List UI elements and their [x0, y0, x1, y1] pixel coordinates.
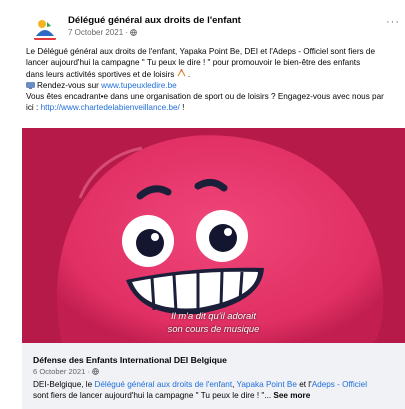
tupeuxledire-link[interactable]: www.tupeuxledire.be: [101, 81, 177, 90]
post-text-line: dans leurs activités sportives et de loi…: [26, 68, 404, 80]
video-subtitle-line: son cours de musique: [167, 323, 260, 334]
globe-icon: [92, 368, 99, 375]
post-text-line: Vous êtes encadrant•e dans une organisat…: [26, 92, 384, 102]
meta-separator: ·: [123, 28, 131, 37]
shared-text-line: DEI-Belgique, le Délégué général aux dro…: [33, 379, 403, 390]
more-options-button[interactable]: ···: [386, 16, 400, 28]
page-name-link[interactable]: Délégué général aux droits de l'enfant: [68, 15, 241, 26]
post-text-segment: ici :: [26, 103, 41, 113]
video-subtitle-line: Il m'a dit qu'il adorait: [171, 310, 256, 321]
shared-page-name-link[interactable]: Défense des Enfants International DEI Be…: [33, 355, 227, 365]
charte-link[interactable]: http://www.chartedelabienveillance.be/: [41, 103, 180, 112]
shared-text-segment: et l': [296, 380, 312, 389]
post-meta: 7 October 2021 ·: [68, 28, 138, 37]
shared-text-segment: DEI-Belgique, le: [33, 380, 95, 389]
post-text-segment: .: [185, 69, 191, 79]
post-text-line: lancer aujourd'hui la campagne " Tu peux…: [26, 58, 361, 68]
shared-post-text: DEI-Belgique, le Délégué général aux dro…: [33, 379, 403, 401]
adeps-link[interactable]: Adeps - Officiel: [312, 380, 367, 389]
meta-separator: ·: [85, 367, 93, 376]
facebook-post: Délégué général aux droits de l'enfant 7…: [0, 0, 405, 409]
sport-emoji-icon: [177, 68, 186, 80]
visit-prefix: Rendez-vous sur: [37, 80, 102, 90]
post-text-line: ici : http://www.chartedelabienveillance…: [26, 102, 404, 113]
delegue-general-link[interactable]: Délégué général aux droits de l'enfant: [94, 380, 232, 389]
shared-post-card[interactable]: Défense des Enfants International DEI Be…: [22, 343, 405, 409]
post-header: Délégué général aux droits de l'enfant 7…: [22, 14, 402, 44]
yapaka-link[interactable]: Yapaka Point Be: [237, 380, 297, 389]
shared-text-line: sont fiers de lancer aujourd'hui la camp…: [33, 390, 403, 401]
post-text-segment: !: [179, 103, 185, 113]
shared-text-segment: sont fiers de lancer aujourd'hui la camp…: [33, 391, 272, 400]
monitor-icon: [26, 81, 35, 89]
post-text-line: Rendez-vous sur www.tupeuxledire.be: [26, 80, 404, 91]
shared-post-meta: 6 October 2021 ·: [33, 367, 99, 376]
post-text-segment: dans leurs activités sportives et de loi…: [26, 69, 175, 79]
see-more-button[interactable]: See more: [273, 391, 310, 400]
post-text-line: Le Délégué général aux droits de l'enfan…: [26, 47, 376, 56]
post-text: Le Délégué général aux droits de l'enfan…: [26, 46, 404, 114]
shared-post-date[interactable]: 6 October 2021: [33, 367, 85, 376]
post-date[interactable]: 7 October 2021: [68, 28, 123, 37]
page-logo-icon[interactable]: [30, 14, 60, 44]
video-player[interactable]: Il m'a dit qu'il adorait son cours de mu…: [22, 128, 405, 343]
globe-icon: [130, 29, 138, 36]
